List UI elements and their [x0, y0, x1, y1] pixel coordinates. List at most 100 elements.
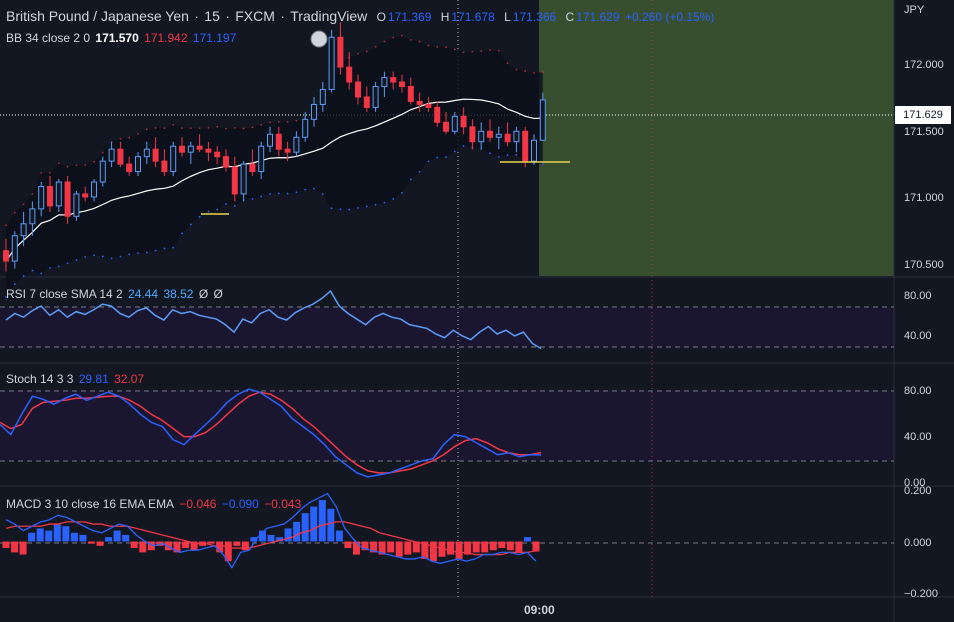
- bb-upper-dot: [40, 172, 43, 174]
- macd-hist-bar: [11, 541, 19, 553]
- candle-body: [196, 145, 203, 150]
- macd-hist-bar: [267, 534, 275, 542]
- candle-body: [161, 160, 168, 173]
- bb-lower-value: 171.197: [192, 31, 237, 45]
- macd-hist-bar: [87, 541, 95, 544]
- bb-upper-dot: [269, 121, 271, 124]
- bb-upper-dot: [5, 224, 7, 227]
- bb-lower-dot: [198, 215, 201, 218]
- bb-lower-dot: [286, 192, 289, 195]
- high-label: H: [440, 10, 450, 24]
- macd-hist-bar: [62, 526, 70, 542]
- bb-lower-dot: [348, 208, 351, 211]
- macd-hist-bar: [79, 534, 87, 542]
- macd-hist-bar: [53, 524, 61, 542]
- macd-hist-bar: [352, 541, 360, 555]
- candle-body: [170, 145, 177, 173]
- bb-upper-value: 171.942: [144, 31, 188, 45]
- bb-upper-dot: [480, 50, 483, 52]
- stoch-legend[interactable]: Stoch 14 3 3 29.81 32.07: [6, 371, 146, 387]
- bb-upper-dot: [13, 211, 16, 214]
- rsi-value: 24.44: [128, 287, 159, 301]
- candle-body: [478, 130, 485, 143]
- candle-body: [293, 136, 300, 153]
- time-tick: 09:00: [524, 603, 555, 617]
- macd-hist-bar: [318, 500, 326, 542]
- bb-lower-dot: [163, 247, 166, 250]
- price-tick: 172.000: [904, 59, 944, 71]
- candle-body: [302, 118, 309, 138]
- bb-lower-dot: [260, 195, 263, 198]
- bb-upper-dot: [286, 121, 289, 123]
- bb-upper-dot: [93, 160, 95, 163]
- candle-body: [311, 103, 317, 120]
- candle-body: [29, 208, 36, 225]
- bb-lower-dot: [497, 156, 500, 158]
- bb-upper-dot: [295, 119, 298, 122]
- macd-hist-bar: [207, 541, 215, 544]
- macd-hist-bar: [2, 541, 10, 549]
- bb-lower-dot: [374, 203, 377, 206]
- macd-hist-bar: [139, 541, 147, 553]
- bb-legend[interactable]: BB 34 close 2 0 171.570 171.942 171.197: [6, 30, 238, 46]
- bb-upper-dot: [383, 40, 386, 43]
- macd-tick: 0.200: [904, 485, 932, 497]
- bb-upper-dot: [189, 127, 192, 129]
- bb-upper-dot: [233, 126, 236, 129]
- candle-body: [425, 103, 432, 108]
- bb-upper-dot: [506, 62, 509, 65]
- bb-upper-dot: [198, 127, 201, 130]
- highlight-zone: [539, 0, 894, 276]
- bb-upper-dot: [541, 71, 544, 74]
- macd-tick: −0.200: [904, 588, 938, 600]
- candle-body: [390, 77, 397, 83]
- bb-lower-dot: [365, 205, 368, 208]
- bb-lower-dot: [330, 207, 333, 210]
- bb-upper-dot: [207, 127, 210, 129]
- stoch-d-value: 32.07: [114, 372, 145, 386]
- high-value: 171.678: [451, 10, 495, 24]
- candle-body: [214, 151, 221, 158]
- macd-label: MACD 3 10 close 16 EMA EMA: [6, 497, 175, 511]
- candle-body: [240, 163, 247, 195]
- macd-legend[interactable]: MACD 3 10 close 16 EMA EMA −0.046 −0.090…: [6, 496, 303, 512]
- candle-body: [249, 163, 256, 173]
- bb-lower-dot: [31, 269, 34, 272]
- bb-upper-dot: [145, 128, 148, 131]
- bb-upper-dot: [31, 193, 34, 196]
- candle-body: [363, 96, 370, 108]
- close-value: 171.629: [576, 10, 620, 24]
- candle-body: [47, 185, 53, 207]
- macd-hist-bar: [301, 513, 309, 542]
- bb-upper-dot: [66, 165, 69, 168]
- bb-upper-dot: [225, 127, 227, 130]
- candle-body: [223, 156, 229, 168]
- rsi-legend[interactable]: RSI 7 close SMA 14 2 24.44 38.52 Ø Ø: [6, 286, 225, 302]
- bb-lower-dot: [445, 156, 447, 158]
- rsi-label: RSI 7 close SMA 14 2: [6, 287, 123, 301]
- event-marker-icon[interactable]: [310, 30, 328, 48]
- macd-hist-bar: [105, 537, 113, 542]
- rsi-ma-value: 38.52: [163, 287, 194, 301]
- bb-lower-dot: [75, 259, 78, 261]
- bb-upper-dot: [489, 49, 491, 52]
- currency-label[interactable]: JPY: [904, 4, 924, 16]
- candle-body: [231, 166, 238, 195]
- macd-hist-bar: [498, 541, 506, 549]
- macd-hist-value: −0.046: [179, 497, 217, 511]
- last-price-tag: 171.629: [895, 106, 951, 124]
- chart-canvas[interactable]: [0, 0, 954, 622]
- symbol-legend[interactable]: British Pound / Japanese Yen · 15 · FXCM…: [6, 8, 716, 25]
- candle-body: [451, 115, 458, 132]
- rsi-tick: 40.00: [904, 330, 932, 342]
- bb-upper-dot: [49, 171, 51, 174]
- candle-body: [328, 36, 335, 91]
- bb-lower-dot: [427, 160, 430, 163]
- bb-upper-dot: [409, 39, 412, 41]
- candle-body: [11, 235, 18, 262]
- candle-body: [495, 133, 502, 138]
- candle-body: [319, 89, 326, 105]
- bb-upper-dot: [137, 132, 139, 135]
- macd-hist-bar: [241, 541, 249, 551]
- bb-upper-dot: [172, 123, 175, 126]
